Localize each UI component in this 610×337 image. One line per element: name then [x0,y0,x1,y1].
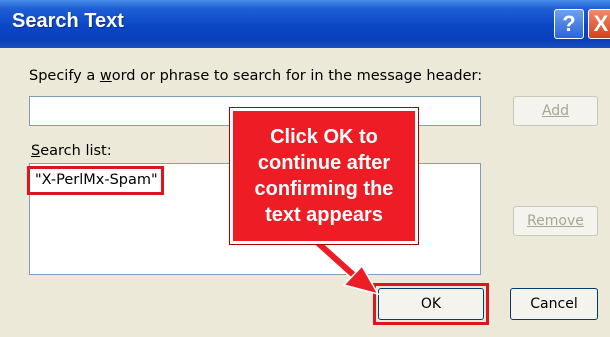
callout-text: Click OK to continue after confirming th… [254,126,394,226]
callout-box: Click OK to continue after confirming th… [229,107,419,245]
